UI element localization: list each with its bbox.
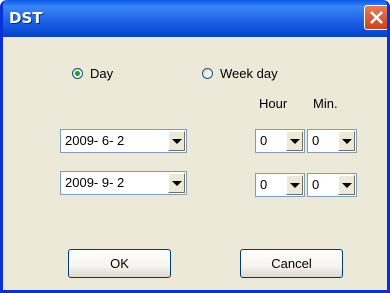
start-hour-select[interactable]: 0 bbox=[255, 129, 305, 153]
chevron-down-icon[interactable] bbox=[168, 173, 185, 193]
day-radio-option[interactable]: Day bbox=[72, 65, 113, 83]
hour-header: Hour bbox=[259, 96, 288, 111]
close-icon bbox=[370, 11, 383, 24]
chevron-down-icon[interactable] bbox=[338, 131, 355, 151]
start-hour-value: 0 bbox=[260, 133, 268, 148]
close-button[interactable] bbox=[364, 5, 387, 30]
day-radio-label: Day bbox=[90, 66, 114, 82]
weekday-radio-option[interactable]: Week day bbox=[202, 65, 278, 83]
chevron-down-icon[interactable] bbox=[286, 131, 303, 151]
day-radio-button[interactable] bbox=[72, 68, 83, 80]
ok-button[interactable]: OK bbox=[68, 249, 171, 278]
end-hour-value: 0 bbox=[260, 177, 268, 192]
start-min-select[interactable]: 0 bbox=[307, 129, 357, 153]
weekday-radio-label: Week day bbox=[220, 66, 278, 82]
end-hour-select[interactable]: 0 bbox=[255, 173, 305, 197]
chevron-down-icon[interactable] bbox=[168, 131, 185, 151]
dst-dialog: DST Day Week day Hour Min. 2009- 6- 2 0 … bbox=[0, 0, 390, 293]
weekday-radio-button[interactable] bbox=[202, 68, 213, 80]
end-min-value: 0 bbox=[312, 177, 320, 192]
start-date-select[interactable]: 2009- 6- 2 bbox=[60, 129, 187, 153]
start-min-value: 0 bbox=[312, 133, 320, 148]
chevron-down-icon[interactable] bbox=[338, 175, 355, 195]
min-header: Min. bbox=[313, 96, 338, 111]
window-title: DST bbox=[9, 9, 43, 27]
title-bar[interactable]: DST bbox=[3, 0, 387, 37]
end-date-select[interactable]: 2009- 9- 2 bbox=[60, 171, 187, 195]
end-min-select[interactable]: 0 bbox=[307, 173, 357, 197]
chevron-down-icon[interactable] bbox=[286, 175, 303, 195]
cancel-button[interactable]: Cancel bbox=[240, 249, 343, 278]
end-date-value: 2009- 9- 2 bbox=[65, 175, 125, 190]
start-date-value: 2009- 6- 2 bbox=[65, 133, 125, 148]
